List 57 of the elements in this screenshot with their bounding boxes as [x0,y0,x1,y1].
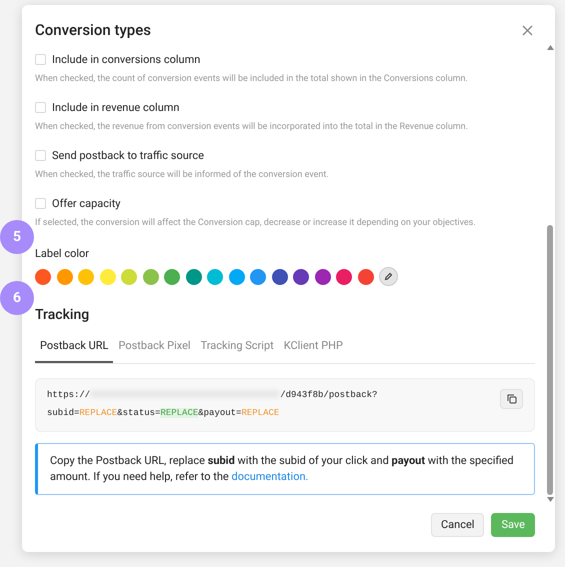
url-parameter: REPLACE [160,408,198,418]
color-swatch[interactable] [293,268,309,284]
checkbox[interactable] [35,150,46,162]
save-button[interactable]: Save [491,513,535,537]
step-badge: 6 [0,281,34,315]
option-hint: When checked, the count of conversion events will be included in the total shown in the Conversions column. [35,73,469,86]
scroll-up-icon[interactable] [546,45,554,50]
checkbox[interactable] [35,54,46,66]
scroll-down-icon[interactable] [546,497,554,502]
color-swatch[interactable] [56,268,72,284]
close-icon[interactable] [522,24,533,36]
color-swatch[interactable] [164,268,180,284]
color-swatch[interactable] [121,268,137,284]
checkbox-label: Include in conversions column [52,52,200,68]
option-hint: When checked, the revenue from conversion events will be incorporated into the total in the Revenue column. [35,121,470,134]
tab[interactable]: KClient PHP [278,338,348,362]
cancel-button[interactable]: Cancel [430,513,484,537]
color-swatch[interactable] [336,268,352,284]
copy-icon [506,394,516,404]
url-text: /d943f8b/postback? [280,390,378,400]
checkbox-label: Include in revenue column [52,100,180,116]
checkbox-label: Offer capacity [52,196,121,212]
color-swatch[interactable] [272,268,288,284]
color-swatch[interactable] [35,268,51,284]
option-hint: If selected, the conversion will affect the Conversion cap, decrease or increase it depending on your objectives. [35,217,477,230]
color-swatch[interactable] [250,268,266,284]
color-swatch[interactable] [186,268,202,284]
custom-color-button[interactable] [379,267,398,286]
copy-button[interactable] [500,388,523,408]
checkbox[interactable] [35,102,46,114]
documentation-link[interactable]: documentation. [231,470,308,482]
tab[interactable]: Postback URL [35,338,114,362]
url-text: https:// [47,390,90,400]
tab[interactable]: Tracking Script [196,338,279,362]
checkbox-label: Send postback to traffic source [52,148,204,164]
color-swatch[interactable] [358,268,374,284]
scrollbar-thumb[interactable] [547,225,553,495]
tab[interactable]: Postback Pixel [113,338,196,362]
url-text: &status= [117,408,160,418]
step-badge: 5 [0,220,34,254]
option-hint: When checked, the traffic source will be informed of the conversion event. [35,169,330,182]
pencil-icon [384,272,393,281]
url-parameter: REPLACE [241,408,280,418]
color-swatch[interactable] [314,268,330,284]
checkbox[interactable] [35,198,46,210]
dialog-title: Conversion types [35,20,151,41]
color-swatch[interactable] [100,268,116,284]
url-text: subid= [47,408,80,418]
color-swatch[interactable] [228,268,244,284]
url-text: &payout= [198,408,242,418]
color-swatch[interactable] [78,268,94,284]
color-swatch[interactable] [207,268,223,284]
url-parameter: REPLACE [79,408,118,418]
color-swatch[interactable] [142,268,158,284]
section-heading: Tracking [35,306,90,325]
field-label: Label color [35,246,90,262]
info-text: Copy the Postback URL, replace subid with the subid of your click and payout with the specified amount. If you need help, refer to the documentation. [50,452,515,484]
